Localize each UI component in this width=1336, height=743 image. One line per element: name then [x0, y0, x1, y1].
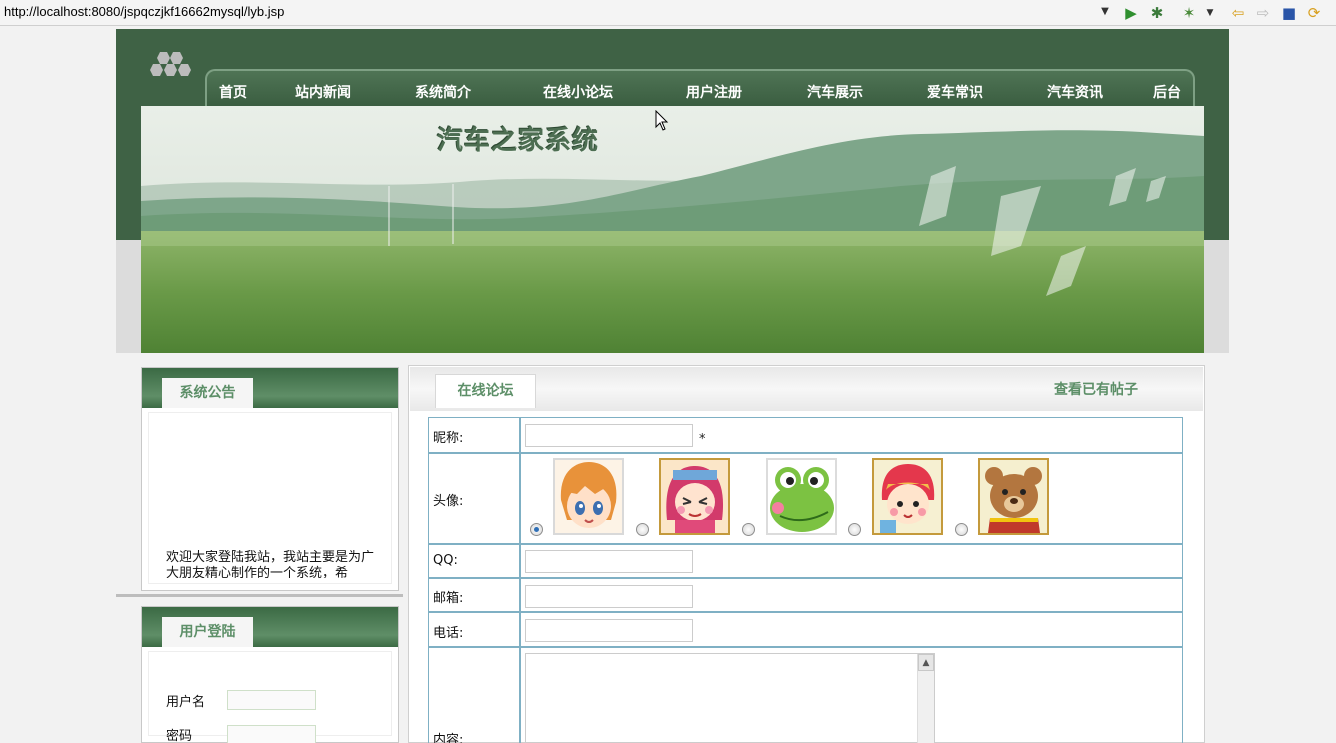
login-heading: 用户登陆	[162, 617, 253, 647]
browser-address-bar: http://localhost:8080/jspqczjkf16662mysq…	[0, 0, 1336, 26]
avatar-label: 头像:	[433, 494, 464, 509]
refresh-icon[interactable]: ⟳	[1304, 3, 1324, 23]
required-mark: *	[699, 432, 706, 447]
form-row-divider	[428, 577, 1183, 579]
content-textarea[interactable]	[525, 653, 935, 743]
nav-register[interactable]: 用户注册	[686, 82, 742, 102]
login-panel: 用户登陆	[141, 606, 399, 743]
hooded-girl-avatar-icon	[661, 460, 728, 533]
avatar-radio-1[interactable]	[530, 523, 543, 536]
email-label: 邮箱:	[433, 591, 464, 606]
username-label: 用户名	[166, 695, 206, 710]
child-red-hat-avatar-icon	[874, 460, 941, 533]
nav-forum[interactable]: 在线小论坛	[543, 82, 613, 102]
run-icon[interactable]: ▶	[1121, 3, 1141, 23]
avatar-option-1[interactable]	[553, 458, 624, 535]
password-label: 密码	[166, 729, 193, 743]
avatar-option-2[interactable]	[659, 458, 730, 535]
qq-label: QQ:	[433, 553, 458, 568]
nav-cars[interactable]: 汽车展示	[807, 82, 863, 102]
form-row-divider	[428, 646, 1183, 648]
password-input[interactable]	[227, 725, 316, 743]
avatar-radio-2[interactable]	[636, 523, 649, 536]
url-dropdown-icon[interactable]: ▼	[1098, 4, 1112, 20]
avatar-radio-3[interactable]	[742, 523, 755, 536]
avatar-option-4[interactable]	[872, 458, 943, 535]
nav-news[interactable]: 站内新闻	[295, 82, 351, 102]
frog-avatar-icon	[768, 460, 835, 533]
tab-online-forum[interactable]: 在线论坛	[435, 374, 536, 408]
form-row-divider	[428, 611, 1183, 613]
username-input[interactable]	[227, 690, 316, 710]
form-column-divider	[519, 417, 521, 743]
nav-intro[interactable]: 系统简介	[415, 82, 471, 102]
external-tools-dropdown-icon[interactable]: ▼	[1200, 3, 1220, 23]
avatar-radio-4[interactable]	[848, 523, 861, 536]
view-posts-link[interactable]: 查看已有帖子	[1054, 379, 1138, 399]
nav-home[interactable]: 首页	[219, 82, 247, 102]
content-label: 内容:	[433, 733, 464, 743]
bear-avatar-icon	[980, 460, 1047, 533]
notice-heading: 系统公告	[162, 378, 253, 408]
forward-icon[interactable]: ⇨	[1253, 3, 1273, 23]
mouse-pointer-icon	[655, 110, 669, 131]
content-scrollbar[interactable]: ▲	[917, 654, 934, 743]
left-column-divider	[116, 594, 403, 597]
nickname-label: 昵称:	[433, 431, 464, 446]
scroll-up-icon[interactable]: ▲	[918, 654, 934, 671]
main-nav: 首页 站内新闻 系统简介 在线小论坛 用户注册 汽车展示 爱车常识 汽车资讯 后…	[205, 69, 1195, 107]
site-title: 汽车之家系统	[437, 126, 600, 156]
notice-text: 欢迎大家登陆我站，我站主要是为广大朋友精心制作的一个系统，希	[166, 550, 375, 578]
external-tools-icon[interactable]: ✶	[1179, 3, 1199, 23]
url-text[interactable]: http://localhost:8080/jspqczjkf16662mysq…	[4, 4, 284, 19]
grassland-landscape	[141, 106, 1204, 353]
nav-car-info[interactable]: 汽车资讯	[1047, 82, 1103, 102]
stop-icon[interactable]: ■	[1279, 3, 1299, 23]
nickname-input[interactable]	[525, 424, 693, 447]
debug-icon[interactable]: ✱	[1147, 3, 1167, 23]
phone-input[interactable]	[525, 619, 693, 642]
banner-image: 汽车之家系统	[141, 106, 1204, 353]
avatar-radio-5[interactable]	[955, 523, 968, 536]
nav-admin[interactable]: 后台	[1153, 82, 1181, 102]
form-row-divider	[428, 543, 1183, 545]
avatar-option-5[interactable]	[978, 458, 1049, 535]
email-input[interactable]	[525, 585, 693, 608]
back-icon[interactable]: ⇦	[1228, 3, 1248, 23]
site-logo	[150, 52, 191, 76]
avatar-option-3[interactable]	[766, 458, 837, 535]
phone-label: 电话:	[433, 626, 464, 641]
form-row-divider	[428, 452, 1183, 454]
nav-car-tips[interactable]: 爱车常识	[927, 82, 983, 102]
qq-input[interactable]	[525, 550, 693, 573]
anime-girl-avatar-icon	[555, 460, 622, 533]
